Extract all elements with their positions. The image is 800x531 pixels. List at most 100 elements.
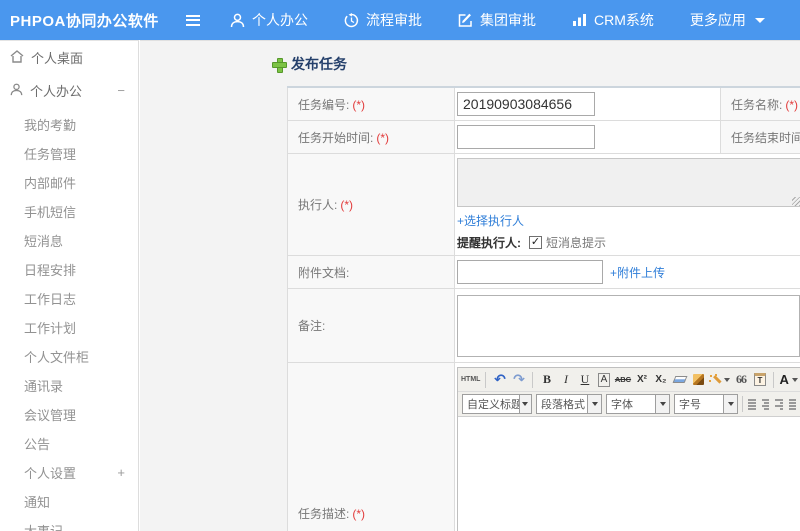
caret-down-icon: [723, 395, 737, 413]
history-icon: [344, 12, 359, 28]
sidebar-item-label: 个人办公: [30, 84, 83, 99]
sidebar-item-personal-settings[interactable]: 个人设置 +: [0, 458, 138, 487]
edit-icon: [458, 13, 473, 28]
sidebar-item-short-message[interactable]: 短消息: [0, 226, 138, 255]
paste-plain-button[interactable]: T: [751, 370, 768, 389]
user-icon: [10, 83, 23, 99]
font-size-select[interactable]: 字号: [674, 394, 738, 414]
choose-executor-link[interactable]: +选择执行人: [457, 214, 524, 228]
sidebar-item-work-plan[interactable]: 工作计划: [0, 313, 138, 342]
nav-more-apps[interactable]: 更多应用: [690, 10, 765, 30]
sidebar-item-meeting-management[interactable]: 会议管理: [0, 400, 138, 429]
sidebar-item-notice[interactable]: 通知: [0, 487, 138, 516]
hamburger-menu-icon[interactable]: [186, 14, 200, 26]
nav-group-approval[interactable]: 集团审批: [458, 10, 536, 30]
nav-label: 集团审批: [480, 12, 536, 28]
sidebar-item-label: 个人桌面: [31, 51, 84, 66]
task-name-label: 任务名称: (*): [720, 86, 800, 121]
publish-task-form: 任务编号:(*) 任务名称:(*) 任务开始时间:(*) 任务结束时间: [287, 86, 800, 531]
align-right-icon[interactable]: [775, 398, 783, 410]
format-brush-button[interactable]: [690, 370, 707, 389]
sidebar-item-work-log[interactable]: 工作日志: [0, 284, 138, 313]
nav-personal-office[interactable]: 个人办公: [230, 10, 308, 30]
magic-wand-icon: [709, 374, 721, 386]
nav-crm-system[interactable]: CRM系统: [572, 10, 654, 30]
paragraph-format-select[interactable]: 段落格式: [536, 394, 602, 414]
sidebar-item-schedule[interactable]: 日程安排: [0, 255, 138, 284]
font-family-select[interactable]: 字体: [606, 394, 670, 414]
remark-label: 备注:: [287, 288, 455, 363]
end-time-label: 任务结束时间:(*): [720, 120, 800, 154]
app-logo: PHPOA协同办公软件: [10, 12, 159, 30]
sidebar: 个人桌面 个人办公 − 我的考勤 任务管理 内部邮件 手机短信 短消息 日程安排…: [0, 40, 139, 531]
sidebar-item-personal-desktop[interactable]: 个人桌面: [0, 41, 138, 74]
blockquote-button[interactable]: 66: [732, 370, 749, 389]
undo-button[interactable]: ↶: [491, 370, 508, 389]
font-color-button[interactable]: A: [779, 370, 798, 389]
nav-label: 更多应用: [689, 12, 746, 28]
subscript-button[interactable]: X₂: [652, 370, 669, 389]
align-center-icon[interactable]: [761, 398, 769, 410]
caret-down-icon: [791, 377, 798, 382]
sidebar-item-file-cabinet[interactable]: 个人文件柜: [0, 342, 138, 371]
remark-textarea[interactable]: [457, 294, 800, 357]
sidebar-item-personal-office[interactable]: 个人办公 −: [0, 74, 138, 107]
add-task-icon: [272, 57, 287, 73]
remind-executor-label: 提醒执行人:: [457, 236, 521, 250]
align-left-icon[interactable]: [748, 398, 756, 410]
nav-label: CRM系统: [594, 12, 654, 28]
underline-button[interactable]: U: [576, 370, 593, 389]
custom-title-select[interactable]: 自定义标题: [462, 394, 532, 414]
task-no-label: 任务编号: (*): [287, 86, 455, 121]
remove-format-button[interactable]: [671, 370, 688, 389]
text-style-button[interactable]: A: [597, 372, 611, 387]
attachment-upload-link[interactable]: +附件上传: [610, 264, 665, 281]
nav-label: 个人办公: [252, 12, 308, 28]
italic-button[interactable]: I: [557, 370, 574, 389]
sms-remind-label: 短消息提示: [546, 236, 607, 250]
executor-label: 执行人: (*): [287, 153, 455, 256]
html-source-button[interactable]: HTML: [461, 370, 480, 389]
sidebar-item-announcement[interactable]: 公告: [0, 429, 138, 458]
brush-icon: [693, 374, 705, 385]
redo-button[interactable]: ↷: [510, 370, 527, 389]
expand-icon[interactable]: +: [117, 465, 125, 480]
strikethrough-button[interactable]: ABC: [614, 370, 631, 389]
sidebar-item-memorabilia[interactable]: 大事记: [0, 516, 138, 531]
sidebar-item-internal-mail[interactable]: 内部邮件: [0, 168, 138, 197]
top-nav: 个人办公 流程审批 集团审批 CRM系统 更多应用: [230, 10, 765, 30]
caret-down-icon: [655, 395, 669, 413]
page-title: 发布任务: [272, 54, 347, 74]
superscript-button[interactable]: X²: [633, 370, 650, 389]
editor-toolbar-row2: 自定义标题 段落格式 字体 字号: [458, 392, 800, 417]
executor-textarea[interactable]: [457, 158, 800, 207]
caret-down-icon: [518, 395, 531, 413]
eraser-icon: [672, 376, 688, 383]
bold-button[interactable]: B: [538, 370, 555, 389]
editor-content-area[interactable]: [458, 417, 800, 531]
caret-down-icon: [754, 17, 765, 23]
sms-remind-checkbox[interactable]: ✓: [529, 236, 542, 249]
caret-down-icon: [724, 377, 731, 382]
user-icon: [230, 13, 245, 28]
sidebar-item-my-attendance[interactable]: 我的考勤: [0, 110, 138, 139]
align-justify-icon[interactable]: [788, 398, 796, 410]
task-no-input[interactable]: [457, 92, 595, 116]
sidebar-item-mobile-sms[interactable]: 手机短信: [0, 197, 138, 226]
sidebar-item-task-management[interactable]: 任务管理: [0, 139, 138, 168]
start-time-label: 任务开始时间: (*): [287, 120, 455, 154]
task-desc-label: 任务描述: (*): [287, 362, 455, 531]
start-time-input[interactable]: [457, 125, 595, 149]
nav-label: 流程审批: [366, 12, 422, 28]
caret-down-icon: [587, 395, 601, 413]
clipboard-icon: T: [753, 373, 766, 386]
home-icon: [10, 49, 24, 66]
bar-chart-icon: [572, 13, 587, 27]
resize-handle[interactable]: [792, 197, 800, 206]
collapse-icon[interactable]: −: [117, 83, 125, 98]
attachment-input[interactable]: [457, 260, 603, 284]
nav-process-approval[interactable]: 流程审批: [344, 10, 422, 30]
rich-text-editor: HTML ↶ ↷ B I U A ABC X² X₂ 66 T A 自定义标题 …: [457, 367, 800, 531]
auto-typeset-button[interactable]: [709, 370, 731, 389]
sidebar-item-contacts[interactable]: 通讯录: [0, 371, 138, 400]
